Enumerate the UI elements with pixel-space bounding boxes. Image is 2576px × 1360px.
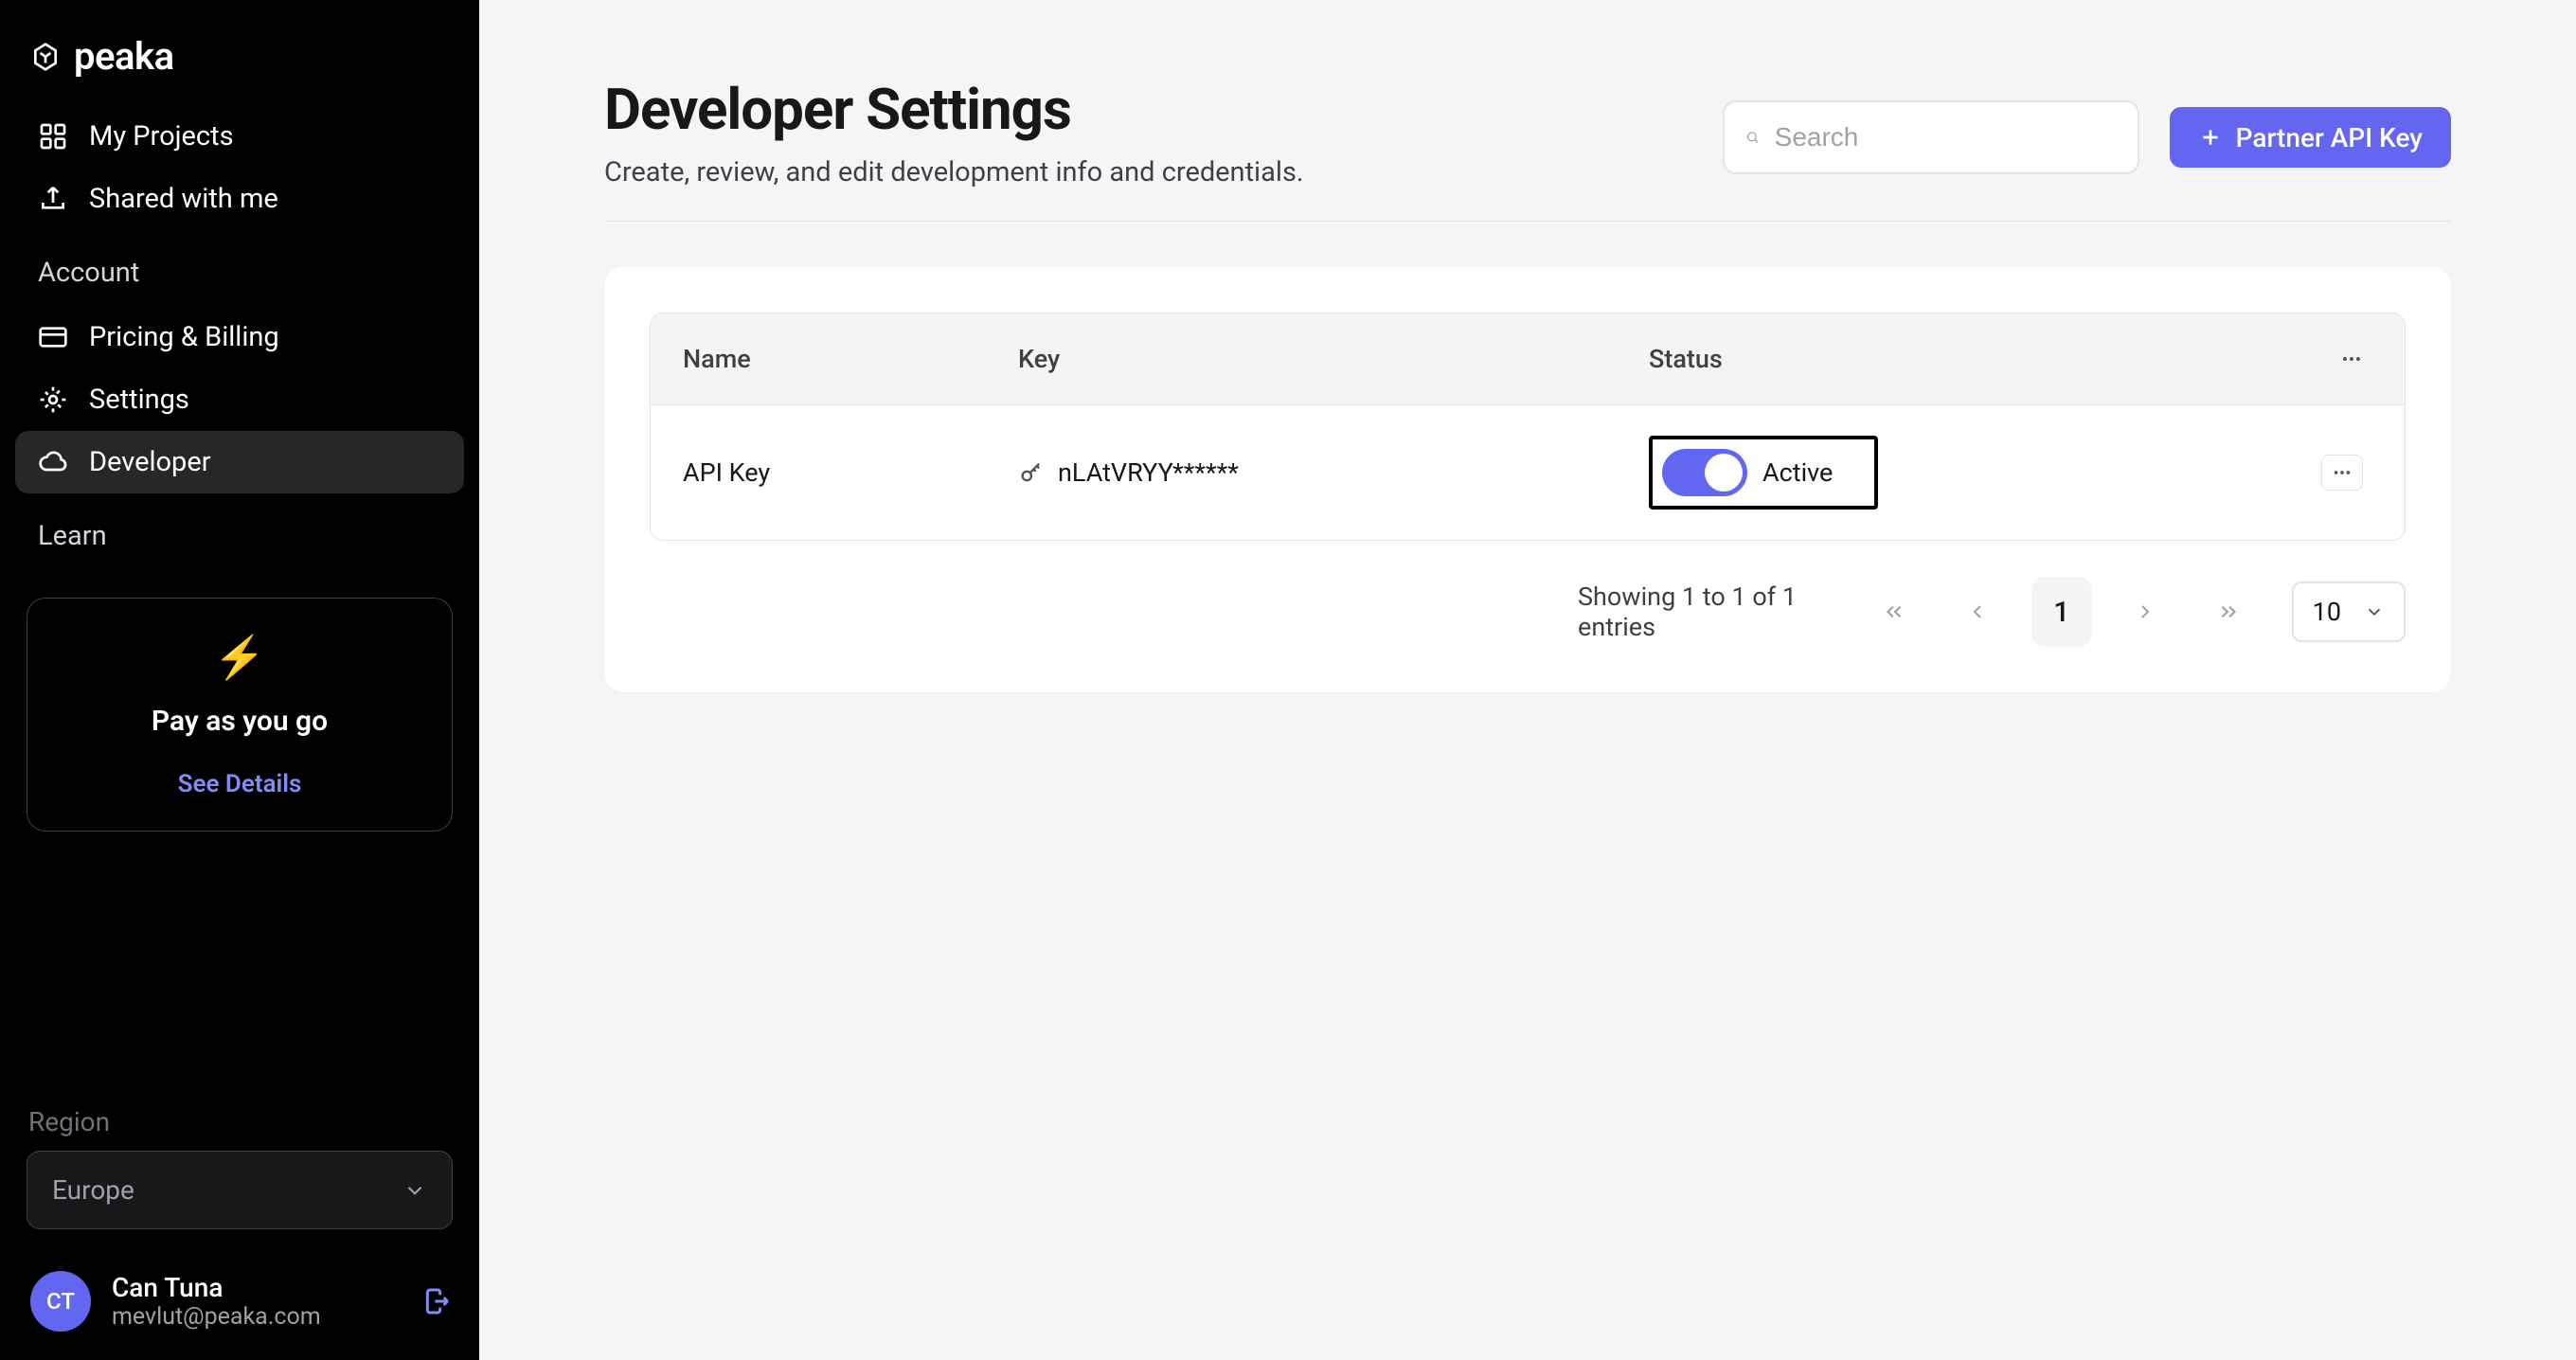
row-more-button[interactable] <box>2321 455 2363 491</box>
search-input[interactable] <box>1775 122 2117 152</box>
sidebar-item-shared[interactable]: Shared with me <box>15 168 464 230</box>
chevrons-right-icon <box>2216 599 2241 624</box>
status-toggle[interactable] <box>1662 449 1747 496</box>
peaka-logo-icon <box>30 42 61 72</box>
pagination: Showing 1 to 1 of 1 entries 1 10 <box>650 577 2406 647</box>
brand-logo: peaka <box>15 34 464 79</box>
search-box[interactable] <box>1723 100 2139 174</box>
pagination-last[interactable] <box>2198 577 2259 647</box>
user-email: mevlut@peaka.com <box>112 1303 321 1331</box>
pagination-next[interactable] <box>2115 577 2175 647</box>
plan-title: Pay as you go <box>152 705 328 738</box>
td-key: nLAtVRYY****** <box>986 427 1617 518</box>
page-title: Developer Settings <box>604 76 1304 143</box>
th-name: Name <box>651 313 986 404</box>
section-learn-label: Learn <box>15 493 464 569</box>
td-status: Active <box>1617 405 2147 540</box>
sidebar-item-label: Developer <box>89 446 211 478</box>
api-keys-card: Name Key Status API Key nLAtVRYY****** <box>604 267 2451 692</box>
td-name: API Key <box>651 427 986 518</box>
table-row: API Key nLAtVRYY****** Active <box>651 404 2405 540</box>
th-key: Key <box>986 313 1617 404</box>
page-header: Developer Settings Create, review, and e… <box>604 76 2451 222</box>
sidebar-item-label: Settings <box>89 384 189 416</box>
sidebar-item-pricing[interactable]: Pricing & Billing <box>15 306 464 368</box>
page-size-value: 10 <box>2313 597 2341 627</box>
avatar[interactable]: CT <box>30 1271 91 1332</box>
gear-icon <box>38 385 68 415</box>
table-header: Name Key Status <box>651 313 2405 404</box>
plan-card: ⚡ Pay as you go See Details <box>27 598 453 832</box>
th-actions <box>2147 313 2405 404</box>
bolt-icon: ⚡ <box>214 633 266 682</box>
chevron-left-icon <box>1966 600 1989 623</box>
section-account-label: Account <box>15 230 464 306</box>
sidebar-item-label: Shared with me <box>89 183 278 215</box>
region-value: Europe <box>52 1174 134 1206</box>
sidebar: peaka My Projects Shared with me Account… <box>0 0 479 1360</box>
pagination-first[interactable] <box>1864 577 1924 647</box>
api-keys-table: Name Key Status API Key nLAtVRYY****** <box>650 313 2406 541</box>
plan-see-details-link[interactable]: See Details <box>178 770 302 798</box>
search-icon <box>1745 124 1760 151</box>
brand-name: peaka <box>74 34 174 79</box>
chevron-down-icon <box>2364 601 2385 622</box>
key-icon <box>1018 459 1045 486</box>
page-subtitle: Create, review, and edit development inf… <box>604 156 1304 188</box>
sidebar-item-my-projects[interactable]: My Projects <box>15 105 464 168</box>
chevron-down-icon <box>402 1178 427 1203</box>
card-icon <box>38 322 68 352</box>
grid-icon <box>38 121 68 152</box>
region-block: Region Europe <box>15 1106 464 1229</box>
header-more-icon[interactable] <box>2340 348 2363 370</box>
th-status: Status <box>1617 313 2147 404</box>
logout-icon[interactable] <box>422 1286 453 1316</box>
user-row: CT Can Tuna mevlut@peaka.com <box>15 1229 464 1332</box>
page-size-select[interactable]: 10 <box>2292 582 2406 642</box>
pagination-prev[interactable] <box>1947 577 2008 647</box>
region-select[interactable]: Europe <box>27 1151 453 1229</box>
pagination-page-current[interactable]: 1 <box>2031 577 2092 647</box>
pagination-info: Showing 1 to 1 of 1 entries <box>1578 582 1841 642</box>
sidebar-item-label: Pricing & Billing <box>89 321 279 353</box>
chevron-right-icon <box>2134 600 2156 623</box>
main: Developer Settings Create, review, and e… <box>479 0 2576 1360</box>
status-highlight: Active <box>1649 436 1878 510</box>
user-name: Can Tuna <box>112 1272 321 1303</box>
cloud-icon <box>38 447 68 477</box>
sidebar-item-settings[interactable]: Settings <box>15 368 464 431</box>
region-label: Region <box>27 1106 453 1137</box>
dots-icon <box>2332 462 2352 483</box>
dots-icon <box>2340 348 2363 370</box>
share-icon <box>38 184 68 214</box>
cta-label: Partner API Key <box>2236 122 2423 153</box>
sidebar-item-label: My Projects <box>89 120 234 152</box>
status-label: Active <box>1762 457 1833 488</box>
partner-api-key-button[interactable]: Partner API Key <box>2170 107 2451 168</box>
plus-icon <box>2198 125 2223 150</box>
sidebar-item-developer[interactable]: Developer <box>15 431 464 493</box>
td-actions <box>2147 424 2405 521</box>
chevrons-left-icon <box>1882 599 1906 624</box>
key-value: nLAtVRYY****** <box>1058 457 1239 488</box>
